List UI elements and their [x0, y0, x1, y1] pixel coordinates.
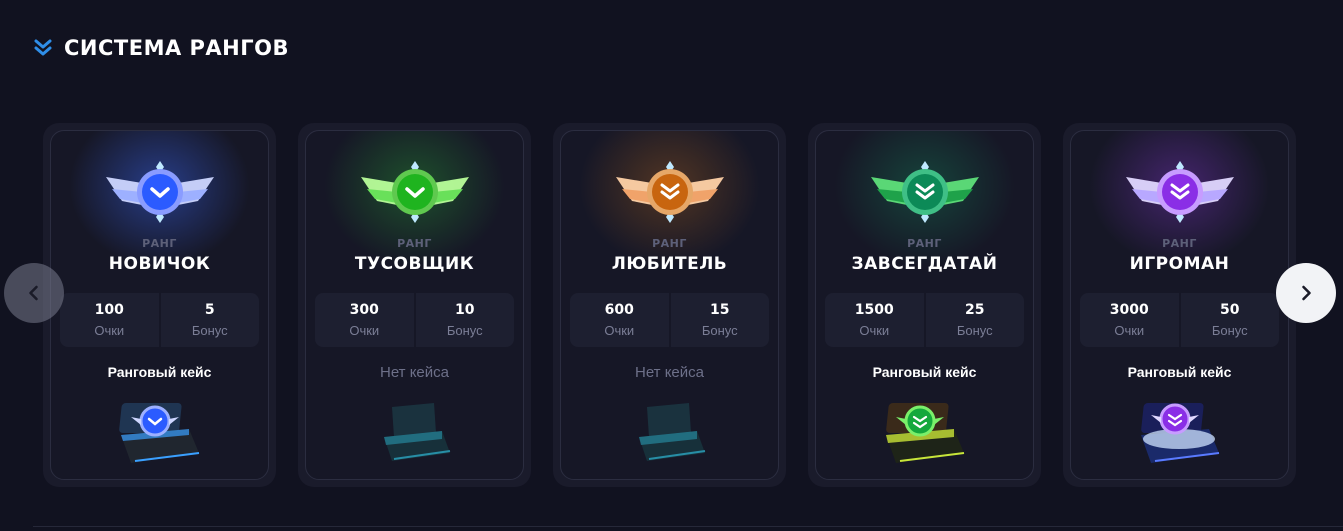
bonus-stat: 50 Бонус — [1180, 293, 1279, 347]
rank-card-novichok[interactable]: РАНГ НОВИЧОК 100 Очки 5 Бонус Ранговый к… — [43, 123, 276, 487]
previous-button[interactable] — [4, 263, 64, 323]
divider — [33, 526, 1343, 527]
points-label: Очки — [604, 323, 635, 338]
points-value: 300 — [349, 302, 379, 318]
bonus-label: Бонус — [956, 323, 993, 338]
bonus-stat: 10 Бонус — [415, 293, 514, 347]
bonus-value: 10 — [455, 302, 475, 318]
rank-badge-icon — [105, 161, 214, 223]
bonus-value: 15 — [710, 302, 730, 318]
rank-badge-icon — [1125, 161, 1234, 223]
case-title: Ранговый кейс — [872, 364, 977, 380]
rank-name: ТУСОВЩИК — [354, 254, 475, 274]
rank-stats: 1500 Очки 25 Бонус — [825, 293, 1024, 347]
rank-card-zavsegdatai[interactable]: РАНГ ЗАВСЕГДАТАЙ 1500 Очки 25 Бонус Ранг… — [808, 123, 1041, 487]
bonus-value: 5 — [204, 302, 215, 318]
points-value: 3000 — [1109, 302, 1149, 318]
case-title: Нет кейса — [634, 364, 704, 381]
next-button[interactable] — [1276, 263, 1336, 323]
double-chevron-down-icon — [34, 39, 52, 56]
points-stat: 300 Очки — [315, 293, 414, 347]
bonus-value: 25 — [965, 302, 985, 318]
rank-name: ЛЮБИТЕЛЬ — [611, 254, 728, 274]
rank-badge-icon — [615, 161, 724, 223]
bonus-stat: 15 Бонус — [670, 293, 769, 347]
rank-badge-icon — [360, 161, 469, 223]
rank-name: НОВИЧОК — [108, 254, 211, 274]
rank-card-tusovshchik[interactable]: РАНГ ТУСОВЩИК 300 Очки 10 Бонус Нет кейс… — [298, 123, 531, 487]
rank-caption: РАНГ — [397, 237, 432, 250]
chevron-right-icon — [1302, 285, 1311, 301]
empty-case-icon — [383, 403, 450, 461]
bonus-stat: 5 Бонус — [160, 293, 259, 347]
rank-badge-icon — [870, 161, 979, 223]
points-label: Очки — [349, 323, 380, 338]
section-header: СИСТЕМА РАНГОВ — [32, 36, 289, 60]
rank-card-igroman[interactable]: РАНГ ИГРОМАН 3000 Очки 50 Бонус Ранговый… — [1063, 123, 1296, 487]
bonus-stat: 25 Бонус — [925, 293, 1024, 347]
rank-name: ЗАВСЕГДАТАЙ — [851, 254, 998, 274]
bonus-label: Бонус — [1211, 323, 1248, 338]
points-value: 100 — [94, 302, 124, 318]
rank-caption: РАНГ — [142, 237, 177, 250]
rank-caption: РАНГ — [652, 237, 687, 250]
case-title: Ранговый кейс — [1127, 364, 1232, 380]
rank-stats: 100 Очки 5 Бонус — [60, 293, 259, 347]
rank-card-lyubitel[interactable]: РАНГ ЛЮБИТЕЛЬ 600 Очки 15 Бонус Нет кейс… — [553, 123, 786, 487]
bonus-label: Бонус — [701, 323, 738, 338]
rank-caption: РАНГ — [907, 237, 942, 250]
points-stat: 1500 Очки — [825, 293, 924, 347]
rank-stats: 600 Очки 15 Бонус — [570, 293, 769, 347]
points-label: Очки — [94, 323, 125, 338]
points-value: 1500 — [854, 302, 894, 318]
bonus-label: Бонус — [191, 323, 228, 338]
case-title: Ранговый кейс — [107, 364, 212, 380]
points-value: 600 — [604, 302, 634, 318]
rank-caption: РАНГ — [1162, 237, 1197, 250]
points-label: Очки — [1114, 323, 1145, 338]
case-title: Нет кейса — [379, 364, 449, 381]
rank-cards: РАНГ НОВИЧОК 100 Очки 5 Бонус Ранговый к… — [43, 123, 1343, 487]
rank-name: ИГРОМАН — [1129, 254, 1230, 274]
empty-case-icon — [638, 403, 705, 461]
rank-stats: 3000 Очки 50 Бонус — [1080, 293, 1279, 347]
points-stat: 600 Очки — [570, 293, 669, 347]
rank-stats: 300 Очки 10 Бонус — [315, 293, 514, 347]
bonus-value: 50 — [1220, 302, 1240, 318]
rank-case-icon[interactable] — [115, 393, 205, 469]
bonus-label: Бонус — [446, 323, 483, 338]
rank-case-icon[interactable] — [880, 393, 970, 469]
rank-case-icon[interactable] — [1135, 393, 1225, 469]
points-stat: 100 Очки — [60, 293, 159, 347]
points-label: Очки — [859, 323, 890, 338]
chevron-left-icon — [29, 285, 38, 301]
points-stat: 3000 Очки — [1080, 293, 1179, 347]
section-title: СИСТЕМА РАНГОВ — [64, 36, 289, 60]
rank-system-section: СИСТЕМА РАНГОВ РАНГ НОВИЧОК 100 Очки 5 Б… — [0, 0, 1343, 531]
